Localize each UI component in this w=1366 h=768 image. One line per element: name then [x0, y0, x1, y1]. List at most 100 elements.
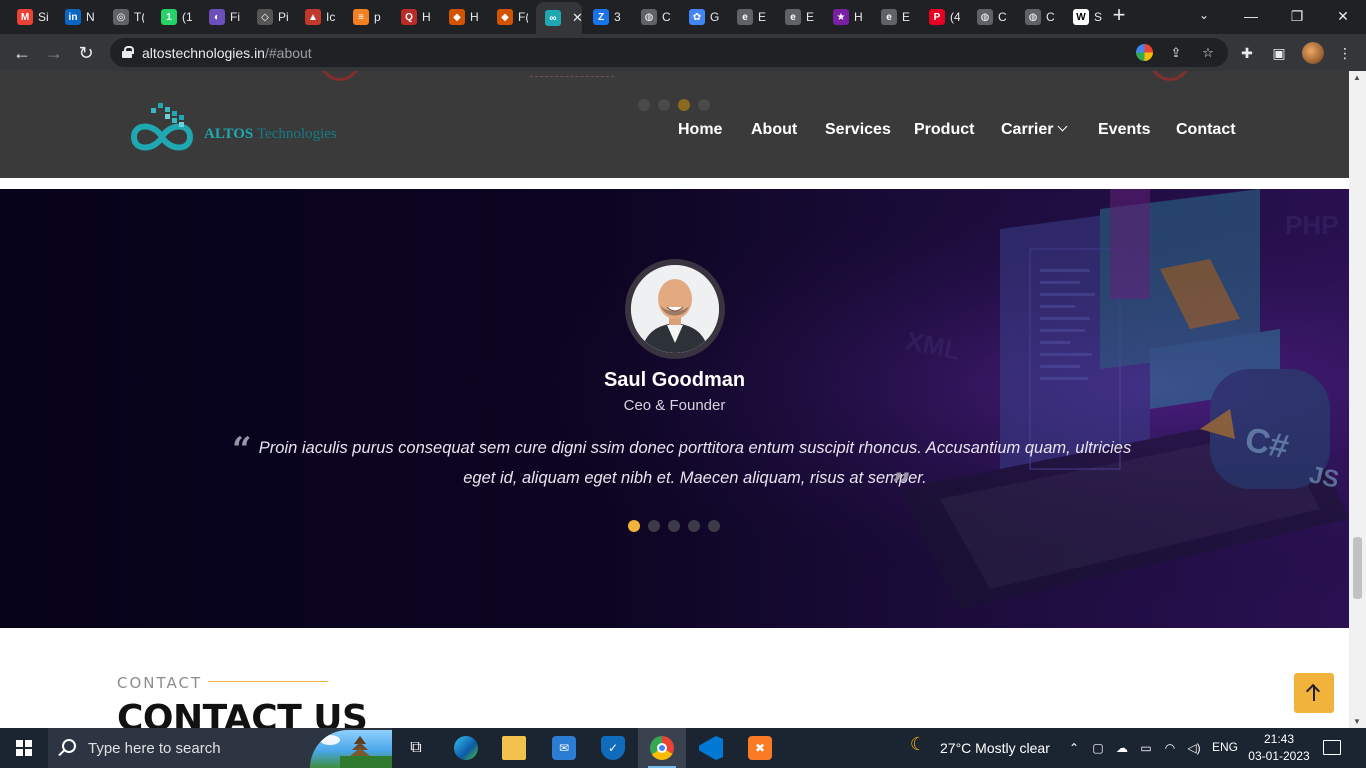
- reload-icon[interactable]: ↻: [74, 41, 98, 65]
- defender-app[interactable]: ✓: [589, 728, 637, 768]
- bookmark-star-icon[interactable]: ☆: [1200, 45, 1216, 61]
- tab-active[interactable]: ∞ ✕: [536, 2, 582, 34]
- contact-kicker: CONTACT: [117, 674, 203, 692]
- scroll-down-icon[interactable]: ▼: [1353, 717, 1361, 726]
- header-slider-dot[interactable]: [638, 99, 650, 111]
- browser-tab[interactable]: ★ H: [824, 4, 870, 30]
- testimonial-avatar-ring: [625, 259, 725, 359]
- tab-title: p: [374, 10, 381, 24]
- header-slider-dot[interactable]: [658, 99, 670, 111]
- browser-tab[interactable]: WS: [1064, 4, 1110, 30]
- google-lens-icon[interactable]: [1136, 44, 1153, 61]
- notification-icon[interactable]: [1323, 740, 1341, 755]
- browser-tab[interactable]: ≡ p: [344, 4, 390, 30]
- browser-tab[interactable]: eE: [776, 4, 822, 30]
- browser-tab[interactable]: ◐ Fi: [200, 4, 246, 30]
- task-view-button[interactable]: ⧉: [392, 728, 440, 768]
- nav-home[interactable]: Home: [678, 121, 722, 139]
- browser-tab[interactable]: in N: [56, 4, 102, 30]
- testimonial-dot[interactable]: [668, 520, 680, 532]
- browser-tab[interactable]: P (4: [920, 4, 966, 30]
- browser-tab[interactable]: ▲ Ic: [296, 4, 342, 30]
- site-logo[interactable]: ALTOS Technologies: [124, 99, 354, 159]
- testimonial-dot[interactable]: [648, 520, 660, 532]
- onedrive-icon[interactable]: ☁: [1114, 740, 1130, 756]
- testimonial-dot[interactable]: [688, 520, 700, 532]
- vscode-app[interactable]: [687, 728, 735, 768]
- tab-search-icon[interactable]: ⌄: [1196, 8, 1212, 24]
- browser-tab[interactable]: ◍ C: [968, 4, 1014, 30]
- nav-services[interactable]: Services: [825, 121, 891, 139]
- browser-tab[interactable]: ◆ F(: [488, 4, 534, 30]
- file-explorer-app[interactable]: [490, 728, 538, 768]
- browser-tab[interactable]: ◍ C: [1016, 4, 1062, 30]
- browser-tab[interactable]: ◆ H: [440, 4, 486, 30]
- nav-about[interactable]: About: [751, 121, 797, 139]
- back-to-top-button[interactable]: [1294, 673, 1334, 713]
- browser-tab[interactable]: QH: [392, 4, 438, 30]
- browser-tab[interactable]: ✿ G: [680, 4, 726, 30]
- menu-icon[interactable]: ⋮: [1336, 44, 1354, 62]
- xampp-icon: ✖: [748, 736, 772, 760]
- battery-icon[interactable]: ▭: [1138, 740, 1154, 756]
- new-tab-button[interactable]: +: [1110, 4, 1128, 26]
- scroll-up-icon[interactable]: ▲: [1353, 73, 1361, 82]
- wifi-icon[interactable]: ◠: [1162, 740, 1178, 756]
- restore-icon[interactable]: ❐: [1274, 0, 1320, 32]
- taskbar-search[interactable]: Type here to search: [48, 728, 392, 768]
- weather-icon[interactable]: ☾: [906, 735, 930, 753]
- volume-icon[interactable]: ◁): [1186, 740, 1202, 756]
- back-icon[interactable]: ←: [10, 41, 34, 65]
- site-icon: ◐: [209, 9, 225, 25]
- minimize-icon[interactable]: —: [1228, 0, 1274, 32]
- chrome-app[interactable]: [638, 728, 686, 768]
- start-button[interactable]: [0, 728, 48, 768]
- site-icon: Z: [593, 9, 609, 25]
- browser-tab[interactable]: eE: [728, 4, 774, 30]
- edge-app[interactable]: [442, 728, 490, 768]
- browser-tab[interactable]: 1 (1: [152, 4, 198, 30]
- forward-icon[interactable]: →: [42, 41, 66, 65]
- close-tab-icon[interactable]: ✕: [572, 10, 582, 26]
- page-scrollbar[interactable]: ▲ ▼: [1349, 71, 1366, 728]
- mail-app[interactable]: ✉: [540, 728, 588, 768]
- share-icon[interactable]: ⇪: [1168, 45, 1184, 61]
- testimonial-dot[interactable]: [628, 520, 640, 532]
- address-bar[interactable]: altostechnologies.in/#about ⇪ ☆: [110, 38, 1228, 67]
- browser-tab[interactable]: eE: [872, 4, 918, 30]
- browser-tab[interactable]: ◍ C: [632, 4, 678, 30]
- xampp-app[interactable]: ✖: [736, 728, 784, 768]
- profile-avatar[interactable]: [1302, 42, 1324, 64]
- language-indicator[interactable]: ENG: [1212, 740, 1238, 754]
- nav-events[interactable]: Events: [1098, 121, 1150, 139]
- nav-product[interactable]: Product: [914, 121, 974, 139]
- header-slider-dot[interactable]: [698, 99, 710, 111]
- php-glyph: PHP: [1285, 210, 1338, 240]
- tray-chevron-up-icon[interactable]: ⌃: [1066, 740, 1082, 756]
- browser-tab[interactable]: ◇ Pi: [248, 4, 294, 30]
- task-view-icon: ⧉: [410, 739, 422, 756]
- testimonial-section: C# JS XML PHP Saul Goodman Ceo & Founder…: [0, 189, 1349, 628]
- header-slider-dot[interactable]: [678, 99, 690, 111]
- close-window-icon[interactable]: ✕: [1320, 0, 1366, 32]
- nav-carrier[interactable]: Carrier: [1001, 121, 1068, 139]
- browser-tab[interactable]: M Si: [8, 4, 54, 30]
- clock[interactable]: 21:43 03-01-2023: [1246, 731, 1312, 765]
- lock-icon[interactable]: [122, 46, 134, 58]
- nav-contact[interactable]: Contact: [1176, 121, 1236, 139]
- browser-tab[interactable]: ◎ T(: [104, 4, 150, 30]
- browser-tab[interactable]: Z3: [584, 4, 630, 30]
- vscode-icon: [699, 736, 723, 760]
- web-page: ALTOS Technologies Home About Services P…: [0, 71, 1349, 728]
- side-panel-icon[interactable]: ▣: [1270, 44, 1288, 62]
- url-text[interactable]: altostechnologies.in/#about: [142, 45, 312, 61]
- testimonial-dot[interactable]: [708, 520, 720, 532]
- weather-text[interactable]: 27°C Mostly clear: [940, 740, 1050, 756]
- search-icon: [62, 739, 76, 753]
- extensions-icon[interactable]: ✚: [1238, 44, 1256, 62]
- tab-strip: MSiinN◎T(1(1◐Fi◇Pi▲Ic≡pQH◆H◆F(∞✕Z3◍C✿GeE…: [0, 0, 1366, 34]
- scrollbar-thumb[interactable]: [1353, 537, 1362, 599]
- edge-icon: e: [881, 9, 897, 25]
- camera-icon[interactable]: ▢: [1090, 740, 1106, 756]
- tab-title: Ic: [326, 10, 336, 24]
